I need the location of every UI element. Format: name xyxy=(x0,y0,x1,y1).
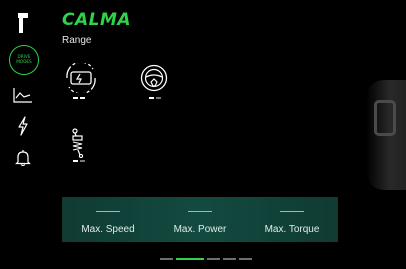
stat-label: Max. Speed xyxy=(81,224,135,235)
drive-mode-button[interactable]: DRIVE MODES xyxy=(9,45,39,75)
sidebar: DRIVE MODES xyxy=(0,0,46,269)
steering-wheel-icon[interactable] xyxy=(140,64,168,97)
page-dot-active[interactable] xyxy=(176,258,204,260)
stat-label: Max. Torque xyxy=(264,224,320,235)
drive-mode-label-2: MODES xyxy=(16,59,32,64)
car-headlight xyxy=(374,100,396,136)
suspension-shock-icon[interactable] xyxy=(70,128,86,163)
brand-logo-icon xyxy=(8,8,38,38)
battery-recycle-icon[interactable] xyxy=(63,61,99,98)
stat-max-speed: Max. Speed xyxy=(62,197,154,242)
stats-panel: Max. Speed Max. Power Max. Torque xyxy=(62,197,338,242)
page-dot[interactable] xyxy=(223,258,236,260)
page-dot[interactable] xyxy=(160,258,173,260)
lightning-icon[interactable] xyxy=(8,111,38,141)
stat-label: Max. Power xyxy=(173,224,227,235)
page-title: CALMA xyxy=(62,10,132,30)
stat-max-torque: Max. Torque xyxy=(246,197,338,242)
main-panel: CALMA Range Max. Speed Max. Power Max. T… xyxy=(46,0,406,269)
stat-value-placeholder xyxy=(188,211,212,212)
stat-max-power: Max. Power xyxy=(154,197,246,242)
bell-icon[interactable] xyxy=(8,143,38,173)
page-indicator xyxy=(160,258,252,260)
page-subtitle: Range xyxy=(62,35,92,46)
battery-mode-indicator xyxy=(73,97,85,99)
page-dot[interactable] xyxy=(239,258,252,260)
suspension-mode-indicator xyxy=(73,160,85,162)
steering-mode-indicator xyxy=(149,97,161,99)
stat-value-placeholder xyxy=(280,211,304,212)
line-chart-icon[interactable] xyxy=(8,80,38,110)
page-dot[interactable] xyxy=(207,258,220,260)
stat-value-placeholder xyxy=(96,211,120,212)
